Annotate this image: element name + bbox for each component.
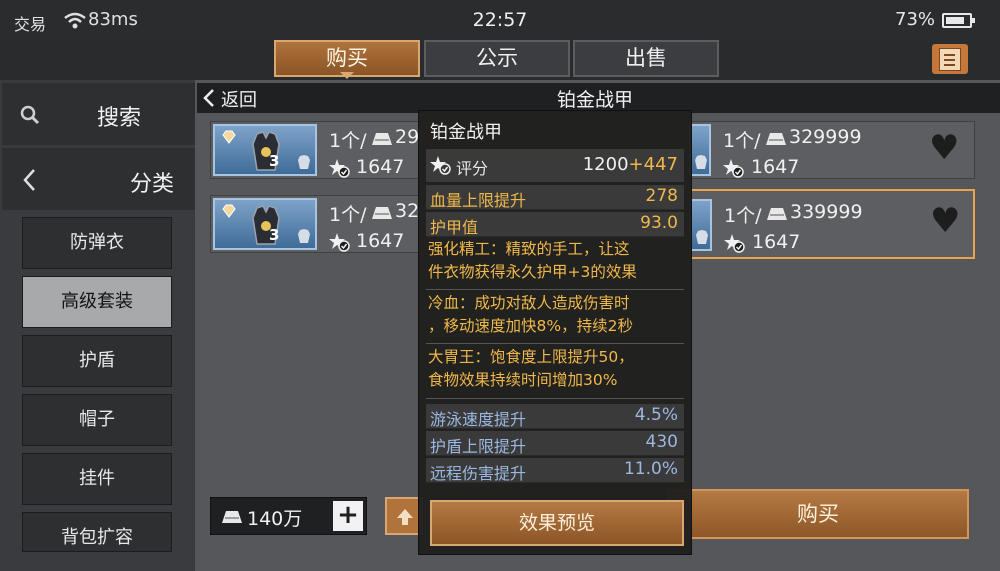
listing-price: 329999 xyxy=(789,126,862,148)
silver-ingot-icon xyxy=(767,208,787,220)
tooltip-perk-description: 冷血：成功对敌人造成伤害时 ，移动速度加快8%，持续2秒 xyxy=(428,294,633,335)
tooltip-score-row: 评分 1200+447 xyxy=(426,149,684,182)
clipboard-icon[interactable] xyxy=(932,44,968,74)
list-title: 铂金战甲 xyxy=(556,89,633,111)
listing-row-selected[interactable]: 1个/ 339999 1647 ♥ xyxy=(690,189,975,259)
tooltip-stat-row: 血量上限提升 278 xyxy=(426,185,684,210)
tooltip-stat-row: 游泳速度提升 4.5% xyxy=(426,404,684,429)
score-star-icon xyxy=(724,234,745,253)
diamond-icon xyxy=(222,204,236,218)
stat-label: 远程伤害提升 xyxy=(430,464,527,483)
stat-label: 护盾上限提升 xyxy=(430,437,527,456)
listing-qty: 1个/ xyxy=(723,130,761,152)
plus-icon: + xyxy=(337,500,359,530)
armor-icon xyxy=(298,155,310,169)
status-ping: 83ms xyxy=(88,9,138,30)
tab-sell[interactable]: 出售 xyxy=(573,40,719,77)
item-level: 3 xyxy=(269,226,280,244)
listing-price: 29 xyxy=(395,126,420,148)
listing-row[interactable]: 1个/ 329999 1647 ♥ xyxy=(689,121,975,179)
heart-icon[interactable]: ♥ xyxy=(929,128,959,168)
listing-price: 339999 xyxy=(790,201,863,223)
sidebar-search-label: 搜索 xyxy=(97,106,142,131)
tooltip-stat-row: 远程伤害提升 11.0% xyxy=(426,458,684,483)
stat-value: 430 xyxy=(645,432,678,452)
score-star-icon xyxy=(430,156,451,175)
tooltip-divider xyxy=(426,289,684,290)
score-star-icon xyxy=(329,159,350,178)
listing-score: 1647 xyxy=(751,156,800,178)
category-premium-suit[interactable]: 高级套装 xyxy=(22,276,172,328)
status-carrier: 交易 xyxy=(14,15,47,34)
stat-value: 4.5% xyxy=(634,405,678,425)
chevron-left-icon xyxy=(203,89,214,107)
sidebar-search-button[interactable]: 搜索 xyxy=(2,83,195,145)
tooltip-divider xyxy=(426,343,684,344)
listing-qty: 1个/ xyxy=(329,204,367,226)
listing-score: 1647 xyxy=(356,156,405,178)
heart-icon[interactable]: ♥ xyxy=(930,201,960,241)
back-label: 返回 xyxy=(221,90,257,111)
status-time: 22:57 xyxy=(472,9,528,31)
tab-active-caret xyxy=(340,72,354,79)
category-backpack-expansion[interactable]: 背包扩容 xyxy=(22,512,172,552)
category-pendant[interactable]: 挂件 xyxy=(22,453,172,505)
sidebar-category-button[interactable]: 分类 xyxy=(2,148,195,210)
stat-label: 血量上限提升 xyxy=(430,191,527,210)
armor-icon xyxy=(298,229,310,243)
listing-row[interactable]: 3 1个/ 32 1647 xyxy=(210,195,435,253)
listing-qty: 1个/ xyxy=(329,130,367,152)
stat-value: 11.0% xyxy=(623,459,678,479)
silver-ingot-icon xyxy=(766,133,786,145)
listing-score: 1647 xyxy=(752,231,801,253)
tooltip-score-label: 评分 xyxy=(456,159,489,178)
stat-label: 游泳速度提升 xyxy=(430,410,527,429)
item-level: 3 xyxy=(269,152,280,170)
item-thumbnail xyxy=(689,124,711,176)
score-star-icon xyxy=(723,159,744,178)
listing-qty: 1个/ xyxy=(724,205,762,227)
stat-value: 278 xyxy=(645,186,678,206)
back-button[interactable]: 返回 xyxy=(203,86,257,112)
arrow-up-icon xyxy=(397,509,413,525)
category-body-armor[interactable]: 防弹衣 xyxy=(22,217,172,269)
listing-row[interactable]: 3 1个/ 29 1647 xyxy=(210,121,435,179)
tooltip-perk-description: 强化精工：精致的手工，让这 件衣物获得永久护甲+3的效果 xyxy=(428,240,637,281)
armor-icon xyxy=(695,155,707,169)
silver-ingot-icon xyxy=(222,511,242,523)
tab-announce[interactable]: 公示 xyxy=(424,40,570,77)
item-thumbnail: 3 xyxy=(213,198,317,250)
battery-percent: 73% xyxy=(895,9,936,30)
tooltip-divider xyxy=(426,398,684,399)
item-thumbnail: 3 xyxy=(213,124,317,176)
buy-button[interactable]: 购买 xyxy=(667,489,969,539)
tooltip-stat-row: 护盾上限提升 430 xyxy=(426,431,684,456)
funds-value: 140万 xyxy=(247,508,303,530)
sidebar-category-label: 分类 xyxy=(130,172,175,197)
add-funds-button[interactable]: + xyxy=(333,501,363,531)
diamond-icon xyxy=(222,130,236,144)
silver-ingot-icon xyxy=(372,207,392,219)
listing-price: 32 xyxy=(395,200,420,222)
stat-value: 93.0 xyxy=(640,213,678,233)
tooltip-score-value: 1200+447 xyxy=(582,154,678,175)
battery-icon xyxy=(942,13,975,28)
stat-label: 护甲值 xyxy=(430,218,479,237)
listing-score: 1647 xyxy=(356,230,405,252)
search-icon xyxy=(20,105,40,125)
tooltip-title: 铂金战甲 xyxy=(430,122,502,143)
armor-icon xyxy=(696,230,708,244)
chevron-left-icon xyxy=(23,169,35,191)
tooltip-perk-description: 大胃王：饱食度上限提升50， 食物效果持续时间增加30% xyxy=(428,348,634,389)
category-hat[interactable]: 帽子 xyxy=(22,394,172,446)
wifi-icon xyxy=(64,12,86,29)
category-shield[interactable]: 护盾 xyxy=(22,335,172,387)
item-thumbnail xyxy=(690,199,712,251)
effect-preview-button[interactable]: 效果预览 xyxy=(430,500,684,546)
silver-ingot-icon xyxy=(372,133,392,145)
score-star-icon xyxy=(329,233,350,252)
tooltip-stat-row: 护甲值 93.0 xyxy=(426,212,684,237)
